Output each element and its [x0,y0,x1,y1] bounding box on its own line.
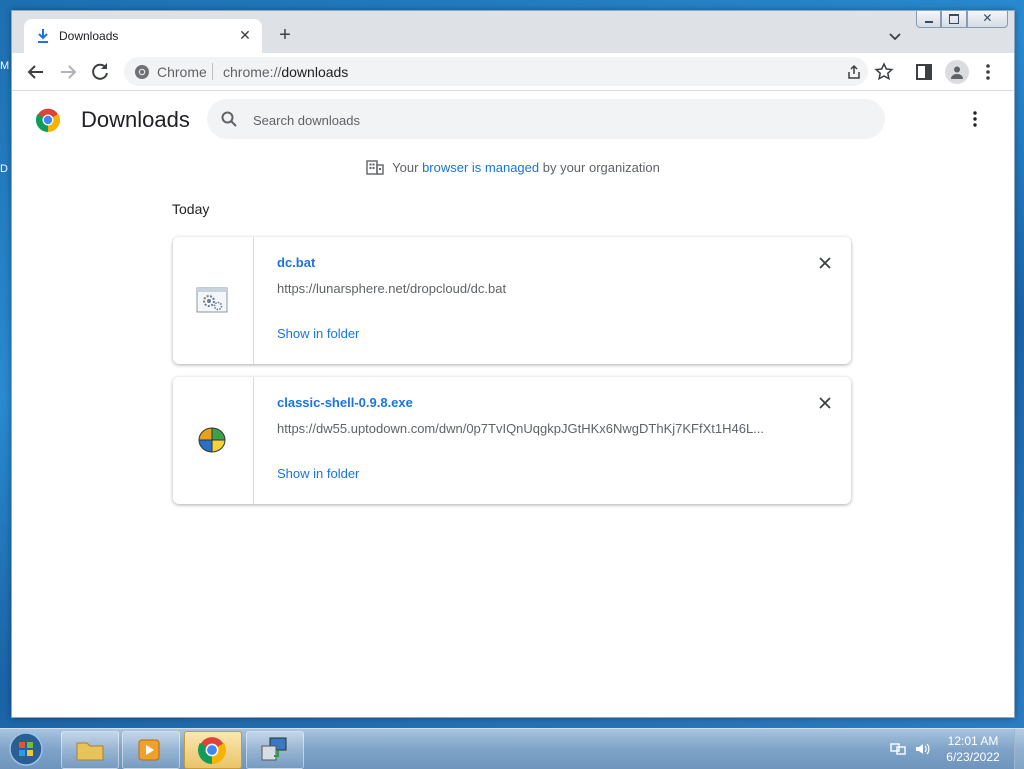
share-icon[interactable] [846,64,862,80]
browser-toolbar: Chrome chrome://downloads [12,53,1014,91]
network-computer-icon [261,737,287,761]
show-in-folder-link[interactable]: Show in folder [277,466,359,481]
remove-item-icon[interactable] [815,253,835,273]
managed-notice: Your browser is managed by your organiza… [12,159,1014,175]
download-item: classic-shell-0.9.8.exe https://dw55.upt… [173,377,851,504]
tab-search-icon[interactable] [886,27,904,45]
window-caption-buttons: ✕ [916,11,1008,29]
download-item: dc.bat https://lunarsphere.net/dropcloud… [173,237,851,364]
reload-icon[interactable] [88,60,112,84]
tab-title: Downloads [59,29,119,43]
chrome-logo-icon [36,108,60,132]
tab-strip: Downloads ✕ + ✕ [12,11,1014,53]
url-text: chrome://downloads [223,64,348,80]
url-scheme: chrome:// [223,64,282,80]
taskbar-network-app[interactable] [246,731,304,769]
omnibox-chip: Chrome [157,64,207,80]
download-file-name[interactable]: dc.bat [277,255,315,270]
address-bar[interactable]: Chrome chrome://downloads [124,57,868,86]
taskbar-chrome[interactable] [184,731,242,769]
chrome-menu-icon[interactable] [978,62,998,82]
url-path: downloads [281,64,349,80]
omnibox-divider [212,63,213,80]
taskbar-explorer[interactable] [61,731,119,769]
taskbar: 12:01 AM 6/23/2022 [0,728,1024,769]
system-clock[interactable]: 12:01 AM 6/23/2022 [940,733,1006,765]
chrome-icon [135,65,149,79]
chrome-taskbar-icon [198,737,226,764]
classic-shell-icon [198,427,226,453]
back-icon[interactable] [24,60,48,84]
desktop-icon-label: D [0,163,8,175]
forward-icon[interactable] [56,60,80,84]
side-panel-icon[interactable] [914,62,934,82]
person-icon [951,66,963,79]
restore-button[interactable] [941,11,967,28]
downloads-page: Downloads Your browser is managed by you… [12,91,1014,717]
batch-file-icon [196,287,228,313]
download-url[interactable]: https://lunarsphere.net/dropcloud/dc.bat [277,281,777,296]
clock-time: 12:01 AM [947,734,999,748]
tab-close-icon[interactable]: ✕ [236,26,254,44]
section-date-header: Today [172,201,210,217]
search-input[interactable] [251,99,855,141]
managed-link[interactable]: browser is managed [422,160,539,175]
volume-icon[interactable] [914,741,930,757]
close-window-button[interactable]: ✕ [966,11,1008,28]
show-in-folder-link[interactable]: Show in folder [277,326,359,341]
search-box[interactable] [207,99,885,141]
download-icon [38,29,48,43]
browser-window: Downloads ✕ + ✕ Chrome chrome://download… [11,10,1015,718]
building-icon [366,160,384,175]
tab-downloads[interactable]: Downloads ✕ [24,19,262,53]
bookmark-star-icon[interactable] [874,62,894,82]
taskbar-media-player[interactable] [122,731,180,769]
managed-prefix: Your [392,160,423,175]
remove-item-icon[interactable] [815,393,835,413]
download-file-name[interactable]: classic-shell-0.9.8.exe [277,395,413,410]
file-icon-column [173,377,254,504]
desktop-icon-label: M [0,60,10,72]
file-icon-column [173,237,254,364]
search-icon [221,111,237,127]
folder-icon [76,742,104,761]
more-actions-icon[interactable] [966,110,984,128]
network-tray-icon[interactable] [890,741,906,757]
media-player-icon [138,739,160,761]
show-desktop-button[interactable] [1014,729,1024,769]
start-orb-icon[interactable] [6,731,46,767]
page-title: Downloads [81,107,190,132]
minimize-button[interactable] [916,11,942,28]
new-tab-button[interactable]: + [274,25,296,47]
download-url[interactable]: https://dw55.uptodown.com/dwn/0p7TvIQnUq… [277,421,777,436]
clock-date: 6/23/2022 [946,750,1000,764]
managed-suffix: by your organization [539,160,660,175]
profile-avatar[interactable] [945,60,969,84]
